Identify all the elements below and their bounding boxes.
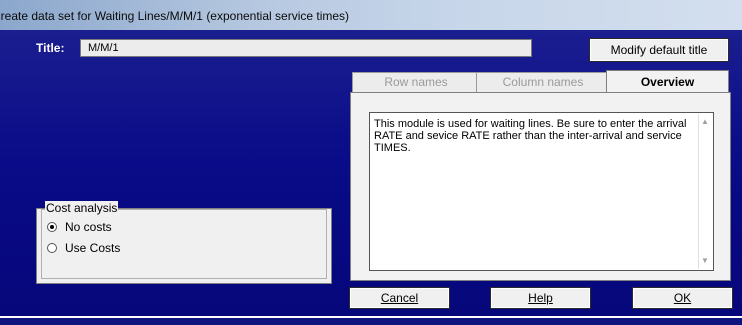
radio-checked-icon[interactable] [47, 222, 57, 232]
tab-column-names[interactable]: Column names [476, 72, 610, 92]
ok-button-label: OK [673, 291, 692, 305]
window-titlebar[interactable]: Create data set for Waiting Lines/M/M/1 … [0, 0, 742, 30]
overview-scrollbar[interactable]: ▲ ▼ [698, 114, 712, 269]
modify-default-title-button[interactable]: Modify default title [589, 38, 729, 62]
overview-panel: This module is used for waiting lines. B… [350, 92, 731, 281]
overview-text: This module is used for waiting lines. B… [374, 118, 687, 154]
tab-row-names[interactable]: Row names [352, 72, 480, 92]
scroll-up-icon[interactable]: ▲ [701, 116, 709, 128]
cancel-button[interactable]: Cancel [349, 287, 450, 309]
cost-analysis-group: Cost analysis No costs Use Costs [36, 201, 332, 284]
help-button[interactable]: Help [490, 287, 591, 309]
help-button-label: Help [528, 291, 553, 305]
overview-textarea[interactable]: This module is used for waiting lines. B… [369, 112, 714, 271]
radio-no-costs-label: No costs [65, 220, 112, 234]
radio-use-costs[interactable]: Use Costs [47, 241, 120, 255]
bottom-border [0, 316, 742, 325]
tab-overview[interactable]: Overview [606, 70, 729, 94]
cost-analysis-legend: Cost analysis [45, 201, 119, 215]
ok-button[interactable]: OK [632, 287, 733, 309]
cancel-button-label: Cancel [380, 291, 419, 305]
radio-no-costs[interactable]: No costs [47, 220, 112, 234]
radio-unchecked-icon[interactable] [47, 243, 57, 253]
radio-use-costs-label: Use Costs [65, 241, 121, 255]
title-label: Title: [36, 41, 65, 55]
dialog-body: Title: M/M/1 Modify default title Row na… [0, 30, 742, 321]
title-input[interactable]: M/M/1 [80, 39, 532, 57]
scroll-down-icon[interactable]: ▼ [701, 255, 709, 267]
window-title: Create data set for Waiting Lines/M/M/1 … [0, 9, 350, 23]
